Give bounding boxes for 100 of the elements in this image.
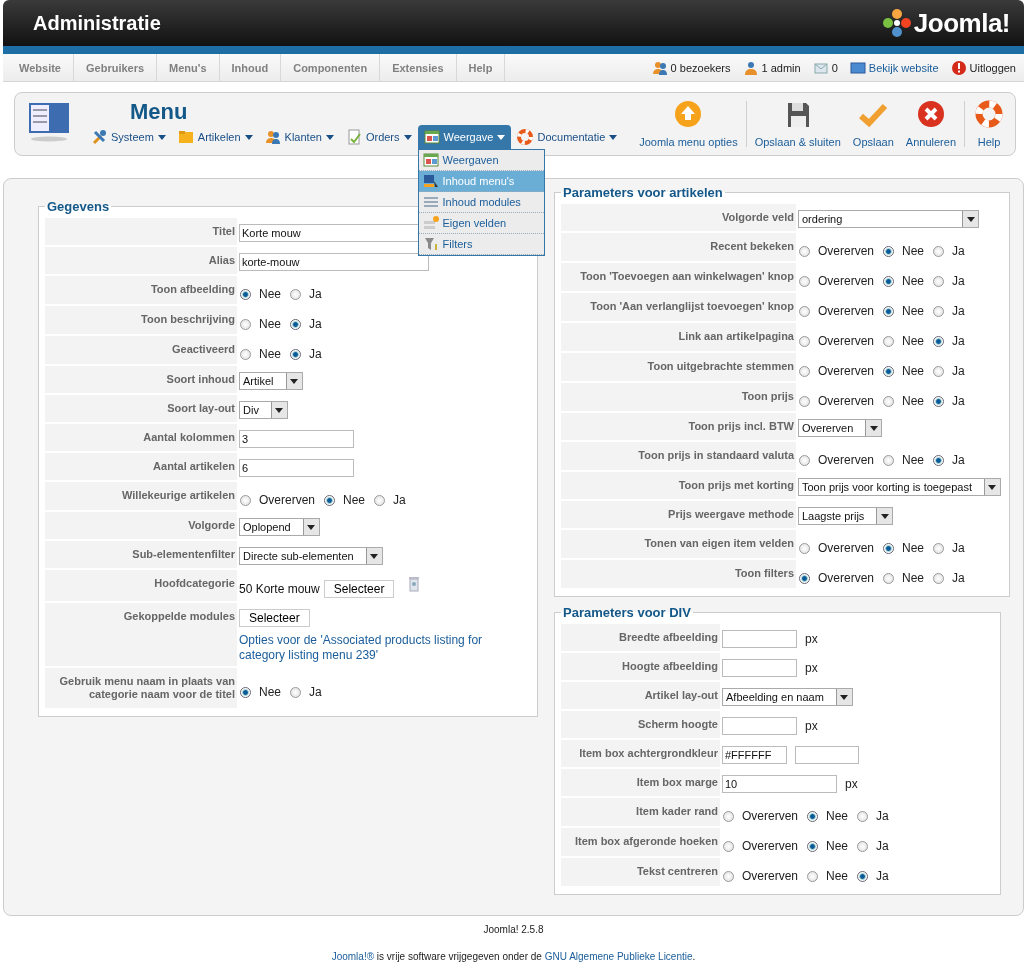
input-field[interactable] (722, 659, 797, 677)
radio-button[interactable] (933, 245, 945, 257)
nav-menu-item[interactable]: Website (7, 54, 74, 81)
radio-button[interactable] (933, 395, 945, 407)
radio-button[interactable] (883, 275, 895, 287)
toolbar-button[interactable]: Help (967, 100, 1011, 148)
dropdown-select[interactable]: Afbeelding en naam (722, 688, 853, 706)
radio-button[interactable] (723, 870, 734, 882)
radio-button[interactable] (240, 318, 251, 330)
nav-menu-item[interactable]: Help (456, 54, 506, 81)
radio-button[interactable] (290, 288, 301, 300)
radio-button[interactable] (723, 810, 734, 822)
radio-button[interactable] (883, 305, 895, 317)
radio-button[interactable] (857, 840, 869, 852)
nav-menu-item[interactable]: Extensies (380, 54, 457, 81)
input-field[interactable] (722, 717, 797, 735)
color-swatch[interactable] (795, 746, 859, 764)
field-label: Item box achtergrondkleur (561, 740, 720, 767)
submenu-tab[interactable]: Systeem (85, 125, 172, 149)
radio-button[interactable] (883, 542, 895, 554)
radio-button[interactable] (799, 365, 810, 377)
radio-label: Nee (259, 685, 281, 699)
footer-link[interactable]: GNU Algemene Publieke Licentie (544, 951, 693, 962)
radio-button[interactable] (883, 365, 895, 377)
toolbar-button[interactable]: Joomla menu opties (633, 100, 744, 148)
radio-button[interactable] (290, 348, 301, 360)
input-field[interactable]: 6 (239, 459, 354, 477)
window-icon (422, 152, 439, 168)
radio-button[interactable] (883, 572, 895, 584)
input-field[interactable] (722, 630, 797, 648)
radio-button[interactable] (933, 305, 945, 317)
radio-label: Nee (902, 304, 925, 318)
radio-button[interactable] (799, 395, 810, 407)
nav-menu-item[interactable]: Menu's (157, 54, 220, 81)
unit-label: px (845, 777, 858, 791)
radio-label: Overerven (259, 493, 316, 507)
radio-button[interactable] (807, 840, 819, 852)
toolbar-button[interactable]: Annuleren (899, 100, 962, 148)
submenu-tab[interactable]: Orders (339, 125, 418, 149)
radio-button[interactable] (807, 810, 819, 822)
input-field[interactable]: korte-mouw (239, 253, 429, 271)
radio-button[interactable] (240, 288, 251, 300)
radio-button[interactable] (933, 454, 945, 466)
radio-button[interactable] (883, 335, 895, 347)
dropdown-select[interactable]: Toon prijs voor korting is toegepast (798, 478, 1001, 496)
radio-button[interactable] (933, 275, 945, 287)
field-label: Volgorde veld (561, 204, 796, 231)
caret-icon (880, 513, 889, 519)
radio-button[interactable] (723, 840, 734, 852)
radio-button[interactable] (799, 335, 810, 347)
input-field[interactable]: 3 (239, 430, 354, 448)
radio-button[interactable] (290, 686, 301, 698)
website-link[interactable]: Bekijk website (868, 61, 939, 74)
nav-menu-item[interactable]: Inhoud (219, 54, 282, 81)
radio-button[interactable] (807, 870, 819, 882)
submenu-tab[interactable]: Klanten (258, 125, 340, 149)
radio-button[interactable] (933, 335, 945, 347)
submenu-tab[interactable]: Weergave (417, 125, 512, 149)
status-label: 0 (831, 61, 838, 74)
dropdown-select[interactable]: Artikel (239, 372, 303, 390)
radio-button[interactable] (933, 365, 945, 377)
radio-button[interactable] (240, 348, 251, 360)
radio-button[interactable] (290, 318, 301, 330)
radio-button[interactable] (799, 454, 810, 466)
dropdown-select[interactable]: Laagste prijs (798, 507, 894, 525)
radio-button[interactable] (883, 395, 895, 407)
submenu-tab[interactable]: Artikelen (171, 125, 259, 149)
toolbar-button[interactable]: Opslaan (846, 100, 900, 148)
radio-button[interactable] (857, 810, 869, 822)
dropdown-select[interactable]: Oplopend (239, 518, 320, 536)
radio-button[interactable] (799, 542, 810, 554)
dropdown-select[interactable]: Directe sub-elementen (239, 547, 383, 565)
panel-heading: Gegevens (46, 199, 111, 214)
radio-button[interactable] (374, 494, 386, 506)
radio-button[interactable] (324, 494, 336, 506)
radio-button[interactable] (240, 494, 251, 506)
radio-button[interactable] (799, 245, 810, 257)
nav-menu-item[interactable]: Componenten (281, 54, 381, 81)
radio-button[interactable] (799, 275, 810, 287)
submenu-tab[interactable]: Documentatie (511, 125, 624, 149)
dropdown-select[interactable]: Div (239, 401, 288, 419)
radio-button[interactable] (240, 686, 251, 698)
radio-button[interactable] (799, 572, 810, 584)
input-field[interactable]: #FFFFFF (722, 746, 787, 764)
radio-button[interactable] (883, 245, 895, 257)
toolbar-button[interactable]: Opslaan & sluiten (748, 100, 847, 148)
select-button[interactable]: Selecteer (239, 609, 310, 627)
dropdown-select[interactable]: ordering (798, 210, 980, 228)
dropdown-select[interactable]: Overerven (798, 419, 883, 437)
radio-label: Overerven (742, 809, 799, 823)
input-field[interactable]: 10 (722, 775, 837, 793)
footer-link[interactable]: Joomla!® (331, 951, 375, 962)
radio-button[interactable] (857, 870, 869, 882)
radio-button[interactable] (933, 542, 945, 554)
nav-menu-item[interactable]: Gebruikers (74, 54, 158, 81)
radio-button[interactable] (883, 454, 895, 466)
select-button[interactable]: Selecteer (323, 580, 395, 598)
radio-button[interactable] (933, 572, 945, 584)
radio-button[interactable] (799, 305, 810, 317)
options-link[interactable]: Opties voor de 'Associated products listing for category listing menu 239' (239, 633, 499, 663)
